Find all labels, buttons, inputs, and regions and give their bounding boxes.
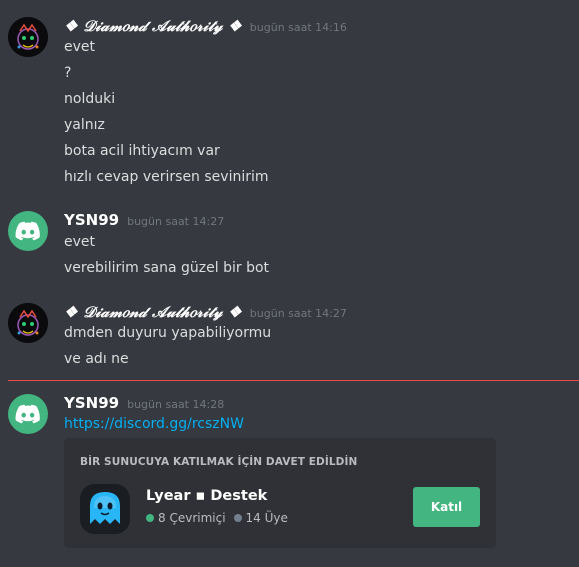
invite-link[interactable]: https://discord.gg/rcszNW (64, 416, 244, 432)
message-header: YSN99 bugün saat 14:28 (64, 394, 224, 414)
message-text: dmden duyuru yapabiliyormu (64, 325, 272, 341)
message-text: ve adı ne (64, 351, 129, 367)
avatar[interactable] (8, 394, 48, 434)
discord-logo-icon (15, 404, 40, 424)
online-count: 8 Çevrimiçi (158, 511, 226, 525)
message-text: yalnız (64, 117, 105, 133)
message-text: verebilirim sana güzel bir bot (64, 260, 270, 276)
online-dot-icon (146, 514, 154, 522)
member-count: 14 Üye (245, 511, 288, 525)
join-button[interactable]: Katıl (413, 487, 480, 527)
message-header: YSN99 bugün saat 14:27 (64, 211, 224, 231)
username[interactable]: ❖ 𝒟𝒾𝒶𝓂𝑜𝓃𝒹 𝒜𝓊𝓉𝒽𝑜𝓇𝒾𝓉𝓎 ❖ (64, 303, 242, 321)
avatar[interactable] (8, 211, 48, 251)
avatar[interactable] (8, 303, 48, 343)
ghost-icon (80, 484, 130, 534)
timestamp: bugün saat 14:28 (127, 398, 225, 411)
avatar[interactable] (8, 17, 48, 57)
message-text: bota acil ihtiyacım var (64, 143, 220, 159)
server-name: Lyear ▪ Destek (146, 488, 268, 504)
discord-logo-icon (15, 221, 40, 241)
username[interactable]: YSN99 (64, 211, 119, 229)
message-header: ❖ 𝒟𝒾𝒶𝓂𝑜𝓃𝒹 𝒜𝓊𝓉𝒽𝑜𝓇𝒾𝓉𝓎 ❖ bugün saat 14:16 (64, 17, 347, 37)
invite-embed: BİR SUNUCUYA KATILMAK İÇİN DAVET EDİLDİN… (64, 438, 496, 548)
server-stats: 8 Çevrimiçi 14 Üye (146, 511, 288, 525)
message-text: hızlı cevap verirsen sevinirim (64, 169, 269, 185)
username[interactable]: ❖ 𝒟𝒾𝒶𝓂𝑜𝓃𝒹 𝒜𝓊𝓉𝒽𝑜𝓇𝒾𝓉𝓎 ❖ (64, 17, 242, 35)
new-messages-divider (8, 380, 579, 381)
message-text: evet (64, 234, 96, 250)
timestamp: bugün saat 14:16 (249, 21, 347, 34)
message-text: nolduki (64, 91, 116, 107)
username[interactable]: YSN99 (64, 394, 119, 412)
message-text: evet (64, 39, 96, 55)
message-text: ? (64, 65, 72, 81)
timestamp: bugün saat 14:27 (127, 215, 225, 228)
server-icon[interactable] (80, 484, 130, 534)
members-dot-icon (233, 514, 242, 522)
timestamp: bugün saat 14:27 (249, 307, 347, 320)
invite-title: BİR SUNUCUYA KATILMAK İÇİN DAVET EDİLDİN (80, 456, 358, 468)
message-header: ❖ 𝒟𝒾𝒶𝓂𝑜𝓃𝒹 𝒜𝓊𝓉𝒽𝑜𝓇𝒾𝓉𝓎 ❖ bugün saat 14:27 (64, 303, 347, 323)
